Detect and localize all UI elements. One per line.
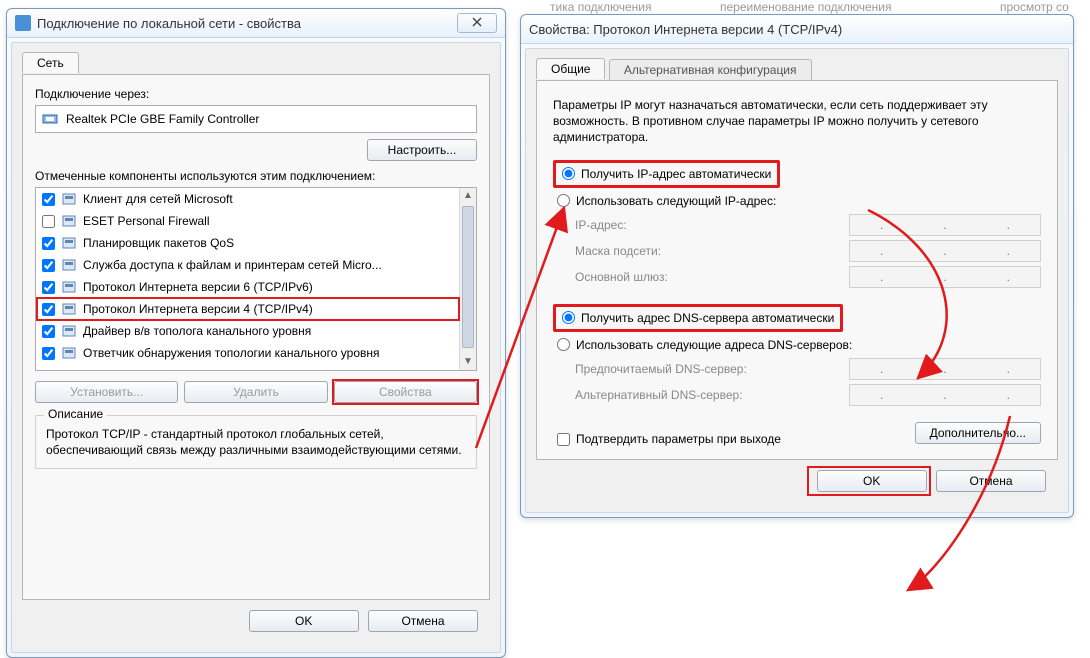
list-item[interactable]: Протокол Интернета версии 4 (TCP/IPv4) xyxy=(36,298,476,320)
confirm-checkbox[interactable]: Подтвердить параметры при выходе xyxy=(553,430,781,449)
ipv4-properties-window: Свойства: Протокол Интернета версии 4 (T… xyxy=(520,14,1074,518)
ip-label: IP-адрес: xyxy=(575,218,849,232)
ok-button[interactable]: OK xyxy=(249,610,359,632)
list-item[interactable]: Служба доступа к файлам и принтерам сете… xyxy=(36,254,476,276)
mask-label: Маска подсети: xyxy=(575,244,849,258)
component-icon xyxy=(61,213,77,229)
titlebar[interactable]: Подключение по локальной сети - свойства xyxy=(7,9,505,38)
lan-properties-window: Подключение по локальной сети - свойства… xyxy=(6,8,506,658)
mask-input: ... xyxy=(849,240,1041,262)
component-label: Драйвер в/в тополога канального уровня xyxy=(83,324,311,338)
radio-auto-dns-input[interactable] xyxy=(562,311,575,324)
dns-alt-label: Альтернативный DNS-сервер: xyxy=(575,388,849,402)
window-title: Свойства: Протокол Интернета версии 4 (T… xyxy=(529,22,842,37)
intro-text: Параметры IP могут назначаться автоматич… xyxy=(553,97,1041,146)
component-icon xyxy=(61,323,77,339)
component-checkbox[interactable] xyxy=(42,193,55,206)
component-checkbox[interactable] xyxy=(42,215,55,228)
titlebar[interactable]: Свойства: Протокол Интернета версии 4 (T… xyxy=(521,15,1073,44)
tab-network[interactable]: Сеть xyxy=(22,52,79,73)
cancel-button[interactable]: Отмена xyxy=(368,610,478,632)
highlight-auto-ip: Получить IP-адрес автоматически xyxy=(553,160,780,188)
scroll-down-icon[interactable]: ▼ xyxy=(460,354,476,370)
confirm-checkbox-input[interactable] xyxy=(557,433,570,446)
component-icon xyxy=(61,345,77,361)
radio-manual-ip[interactable]: Использовать следующий IP-адрес: xyxy=(553,194,1041,208)
radio-manual-dns-input[interactable] xyxy=(557,338,570,351)
ip-input: ... xyxy=(849,214,1041,236)
radio-manual-dns[interactable]: Использовать следующие адреса DNS-сервер… xyxy=(553,338,1041,352)
list-item[interactable]: Планировщик пакетов QoS xyxy=(36,232,476,254)
list-item[interactable]: Ответчик обнаружения топологии канальног… xyxy=(36,342,476,364)
install-button[interactable]: Установить... xyxy=(35,381,178,403)
components-label: Отмеченные компоненты используются этим … xyxy=(35,169,477,183)
description-text: Протокол TCP/IP - стандартный протокол г… xyxy=(46,426,466,458)
tab-general[interactable]: Общие xyxy=(536,58,605,79)
scroll-thumb[interactable] xyxy=(462,206,474,348)
component-checkbox[interactable] xyxy=(42,347,55,360)
description-legend: Описание xyxy=(44,407,107,421)
advanced-button[interactable]: Дополнительно... xyxy=(915,422,1041,444)
window-title: Подключение по локальной сети - свойства xyxy=(37,16,301,31)
gw-label: Основной шлюз: xyxy=(575,270,849,284)
list-item[interactable]: ESET Personal Firewall xyxy=(36,210,476,232)
dns-alt-input: ... xyxy=(849,384,1041,406)
component-label: Служба доступа к файлам и принтерам сете… xyxy=(83,258,382,272)
properties-button[interactable]: Свойства xyxy=(334,381,477,403)
component-label: ESET Personal Firewall xyxy=(83,214,210,228)
component-checkbox[interactable] xyxy=(42,281,55,294)
component-label: Протокол Интернета версии 4 (TCP/IPv4) xyxy=(83,302,313,316)
component-label: Протокол Интернета версии 6 (TCP/IPv6) xyxy=(83,280,313,294)
gw-input: ... xyxy=(849,266,1041,288)
scroll-up-icon[interactable]: ▲ xyxy=(460,188,476,204)
tab-alt-config[interactable]: Альтернативная конфигурация xyxy=(609,59,812,80)
component-icon xyxy=(61,257,77,273)
list-item[interactable]: Драйвер в/в тополога канального уровня xyxy=(36,320,476,342)
component-checkbox[interactable] xyxy=(42,325,55,338)
adapter-combo[interactable]: Realtek PCIe GBE Family Controller xyxy=(35,105,477,133)
component-label: Планировщик пакетов QoS xyxy=(83,236,234,250)
component-label: Ответчик обнаружения топологии канальног… xyxy=(83,346,380,360)
component-icon xyxy=(61,235,77,251)
configure-button[interactable]: Настроить... xyxy=(367,139,477,161)
adapter-icon xyxy=(42,111,58,127)
description-group: Описание Протокол TCP/IP - стандартный п… xyxy=(35,415,477,469)
component-icon xyxy=(61,301,77,317)
component-checkbox[interactable] xyxy=(42,237,55,250)
list-item[interactable]: Клиент для сетей Microsoft xyxy=(36,188,476,210)
list-item[interactable]: Протокол Интернета версии 6 (TCP/IPv6) xyxy=(36,276,476,298)
cancel-button[interactable]: Отмена xyxy=(936,470,1046,492)
radio-auto-ip-input[interactable] xyxy=(562,167,575,180)
component-checkbox[interactable] xyxy=(42,259,55,272)
adapter-name: Realtek PCIe GBE Family Controller xyxy=(66,112,259,126)
component-label: Клиент для сетей Microsoft xyxy=(83,192,233,206)
connect-via-label: Подключение через: xyxy=(35,87,477,101)
radio-auto-dns[interactable]: Получить адрес DNS-сервера автоматически xyxy=(558,311,834,325)
component-icon xyxy=(61,191,77,207)
dns-pref-input: ... xyxy=(849,358,1041,380)
close-button[interactable] xyxy=(457,13,497,33)
component-icon xyxy=(61,279,77,295)
components-listbox[interactable]: Клиент для сетей Microsoft ESET Personal … xyxy=(35,187,477,371)
dns-pref-label: Предпочитаемый DNS-сервер: xyxy=(575,362,849,376)
scrollbar[interactable]: ▲ ▼ xyxy=(459,188,476,370)
radio-auto-ip[interactable]: Получить IP-адрес автоматически xyxy=(558,167,771,181)
ok-button[interactable]: OK xyxy=(817,470,927,492)
radio-manual-ip-input[interactable] xyxy=(557,194,570,207)
network-icon xyxy=(15,15,31,31)
component-checkbox[interactable] xyxy=(42,303,55,316)
highlight-auto-dns: Получить адрес DNS-сервера автоматически xyxy=(553,304,843,332)
remove-button[interactable]: Удалить xyxy=(184,381,327,403)
